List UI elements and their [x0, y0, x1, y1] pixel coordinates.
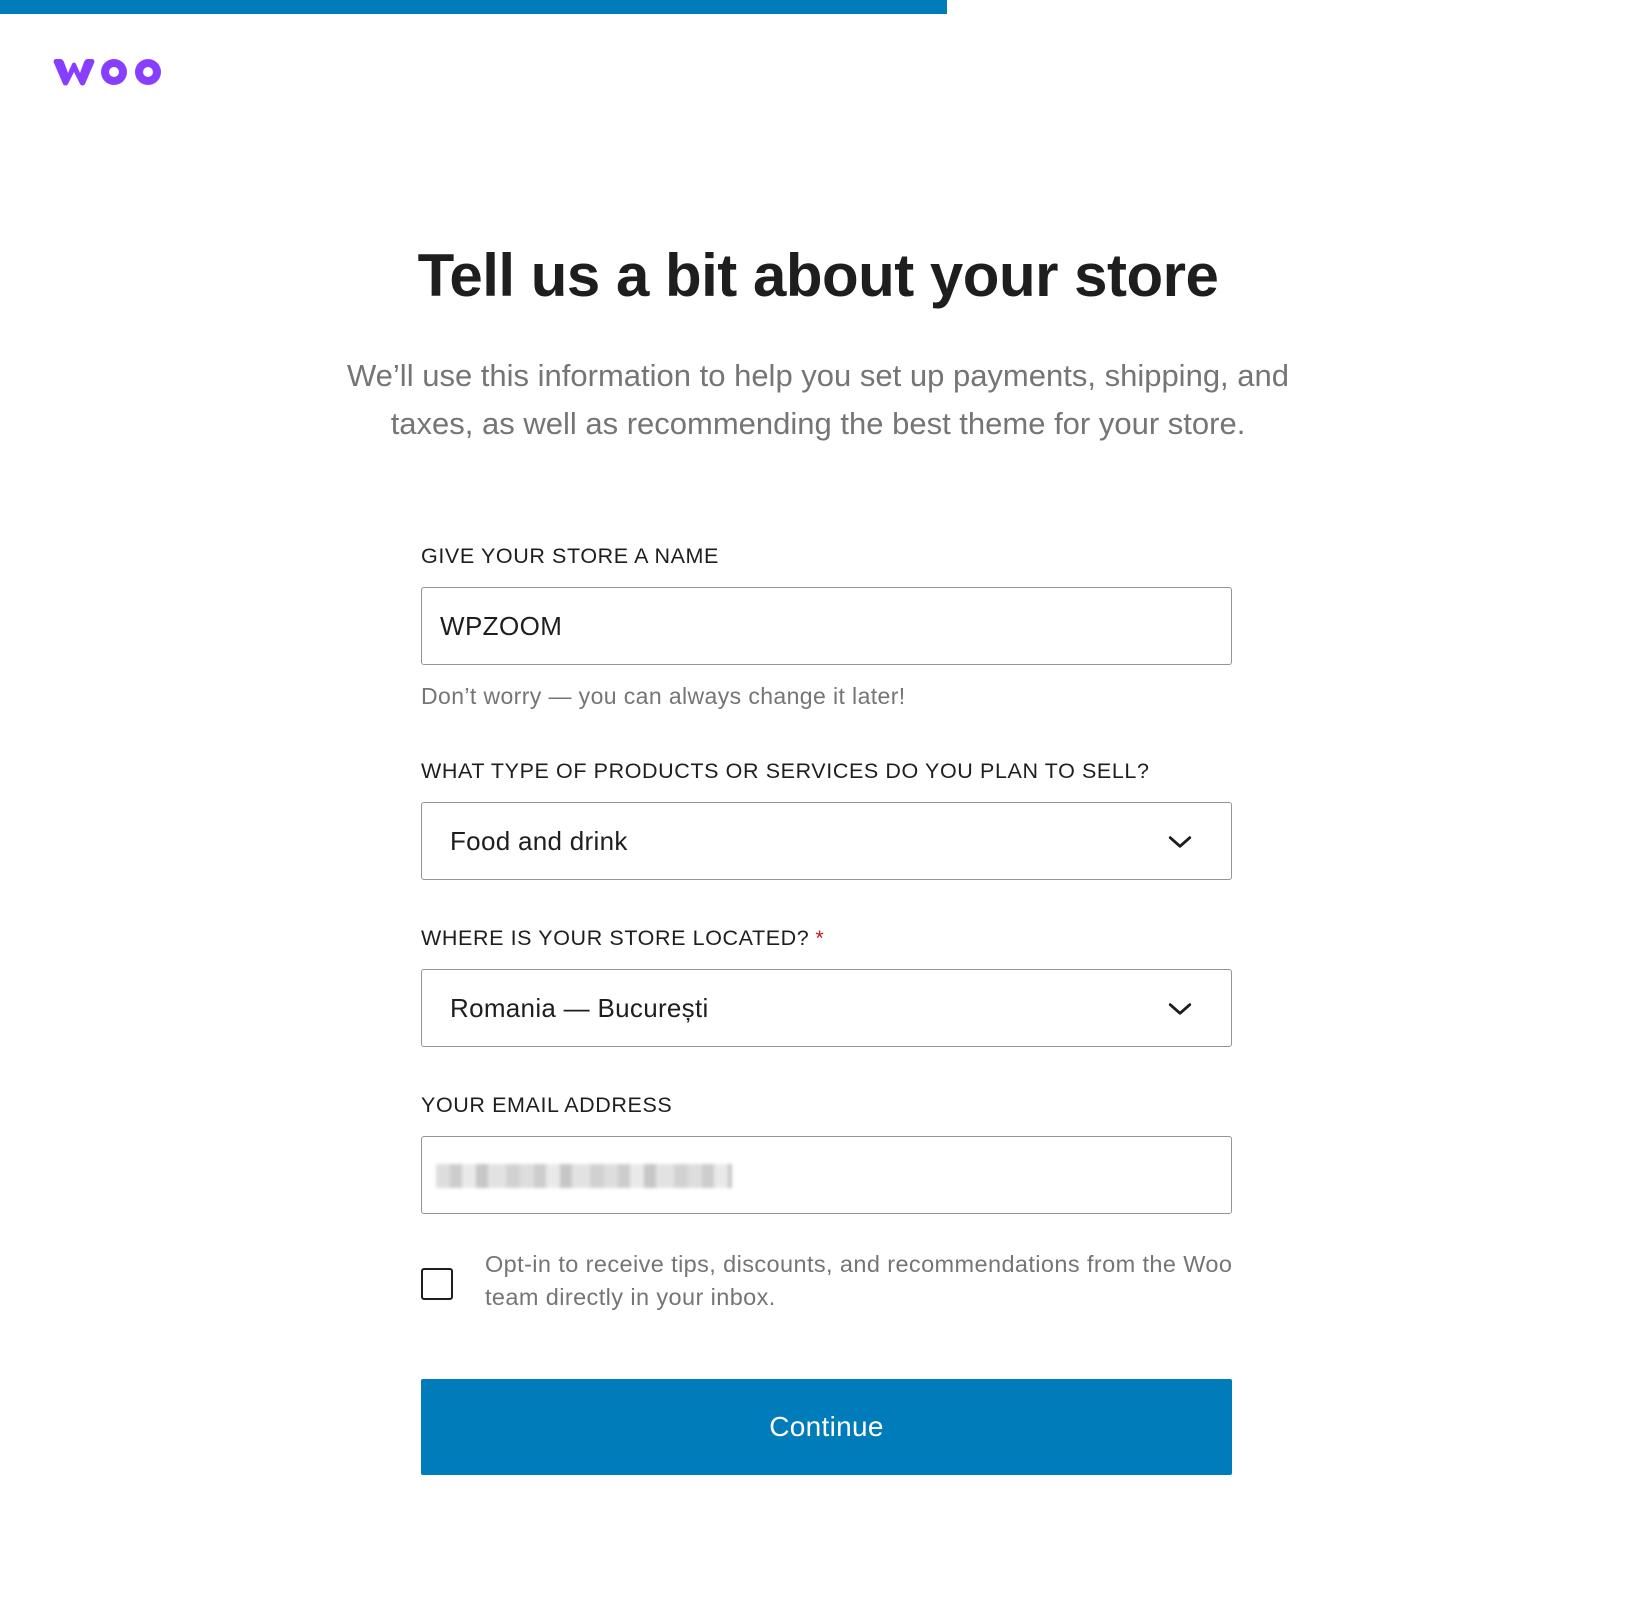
- products-select[interactable]: Food and drink: [421, 802, 1232, 880]
- optin-label: Opt-in to receive tips, discounts, and r…: [485, 1251, 1233, 1310]
- email-label: YOUR EMAIL ADDRESS: [421, 1093, 673, 1117]
- progress-bar-fill: [0, 0, 948, 14]
- location-label-text: WHERE IS YOUR STORE LOCATED?: [421, 926, 810, 950]
- products-label: WHAT TYPE OF PRODUCTS OR SERVICES DO YOU…: [421, 759, 1150, 783]
- store-name-field: [421, 587, 1232, 665]
- location-label: WHERE IS YOUR STORE LOCATED? *: [421, 926, 824, 951]
- page-title: Tell us a bit about your store: [417, 242, 1219, 309]
- woo-logo: woo: [52, 50, 168, 90]
- obscured-email-value: [436, 1164, 732, 1188]
- chevron-down-icon: [1168, 836, 1192, 848]
- chevron-down-icon: [1168, 1003, 1192, 1015]
- email-field[interactable]: [421, 1136, 1232, 1214]
- progress-bar: [0, 0, 1636, 14]
- location-select[interactable]: Romania — București: [421, 969, 1232, 1047]
- page-subtitle: We’ll use this information to help you s…: [346, 358, 1290, 441]
- store-name-label: GIVE YOUR STORE A NAME: [421, 544, 719, 568]
- products-selected-value: Food and drink: [450, 826, 628, 856]
- optin-checkbox[interactable]: [421, 1268, 453, 1300]
- location-selected-value: Romania — București: [450, 993, 709, 1023]
- store-name-input[interactable]: [422, 588, 1231, 664]
- continue-button[interactable]: Continue: [421, 1379, 1232, 1475]
- required-indicator: *: [815, 926, 825, 950]
- store-name-help: Don’t worry — you can always change it l…: [421, 683, 906, 709]
